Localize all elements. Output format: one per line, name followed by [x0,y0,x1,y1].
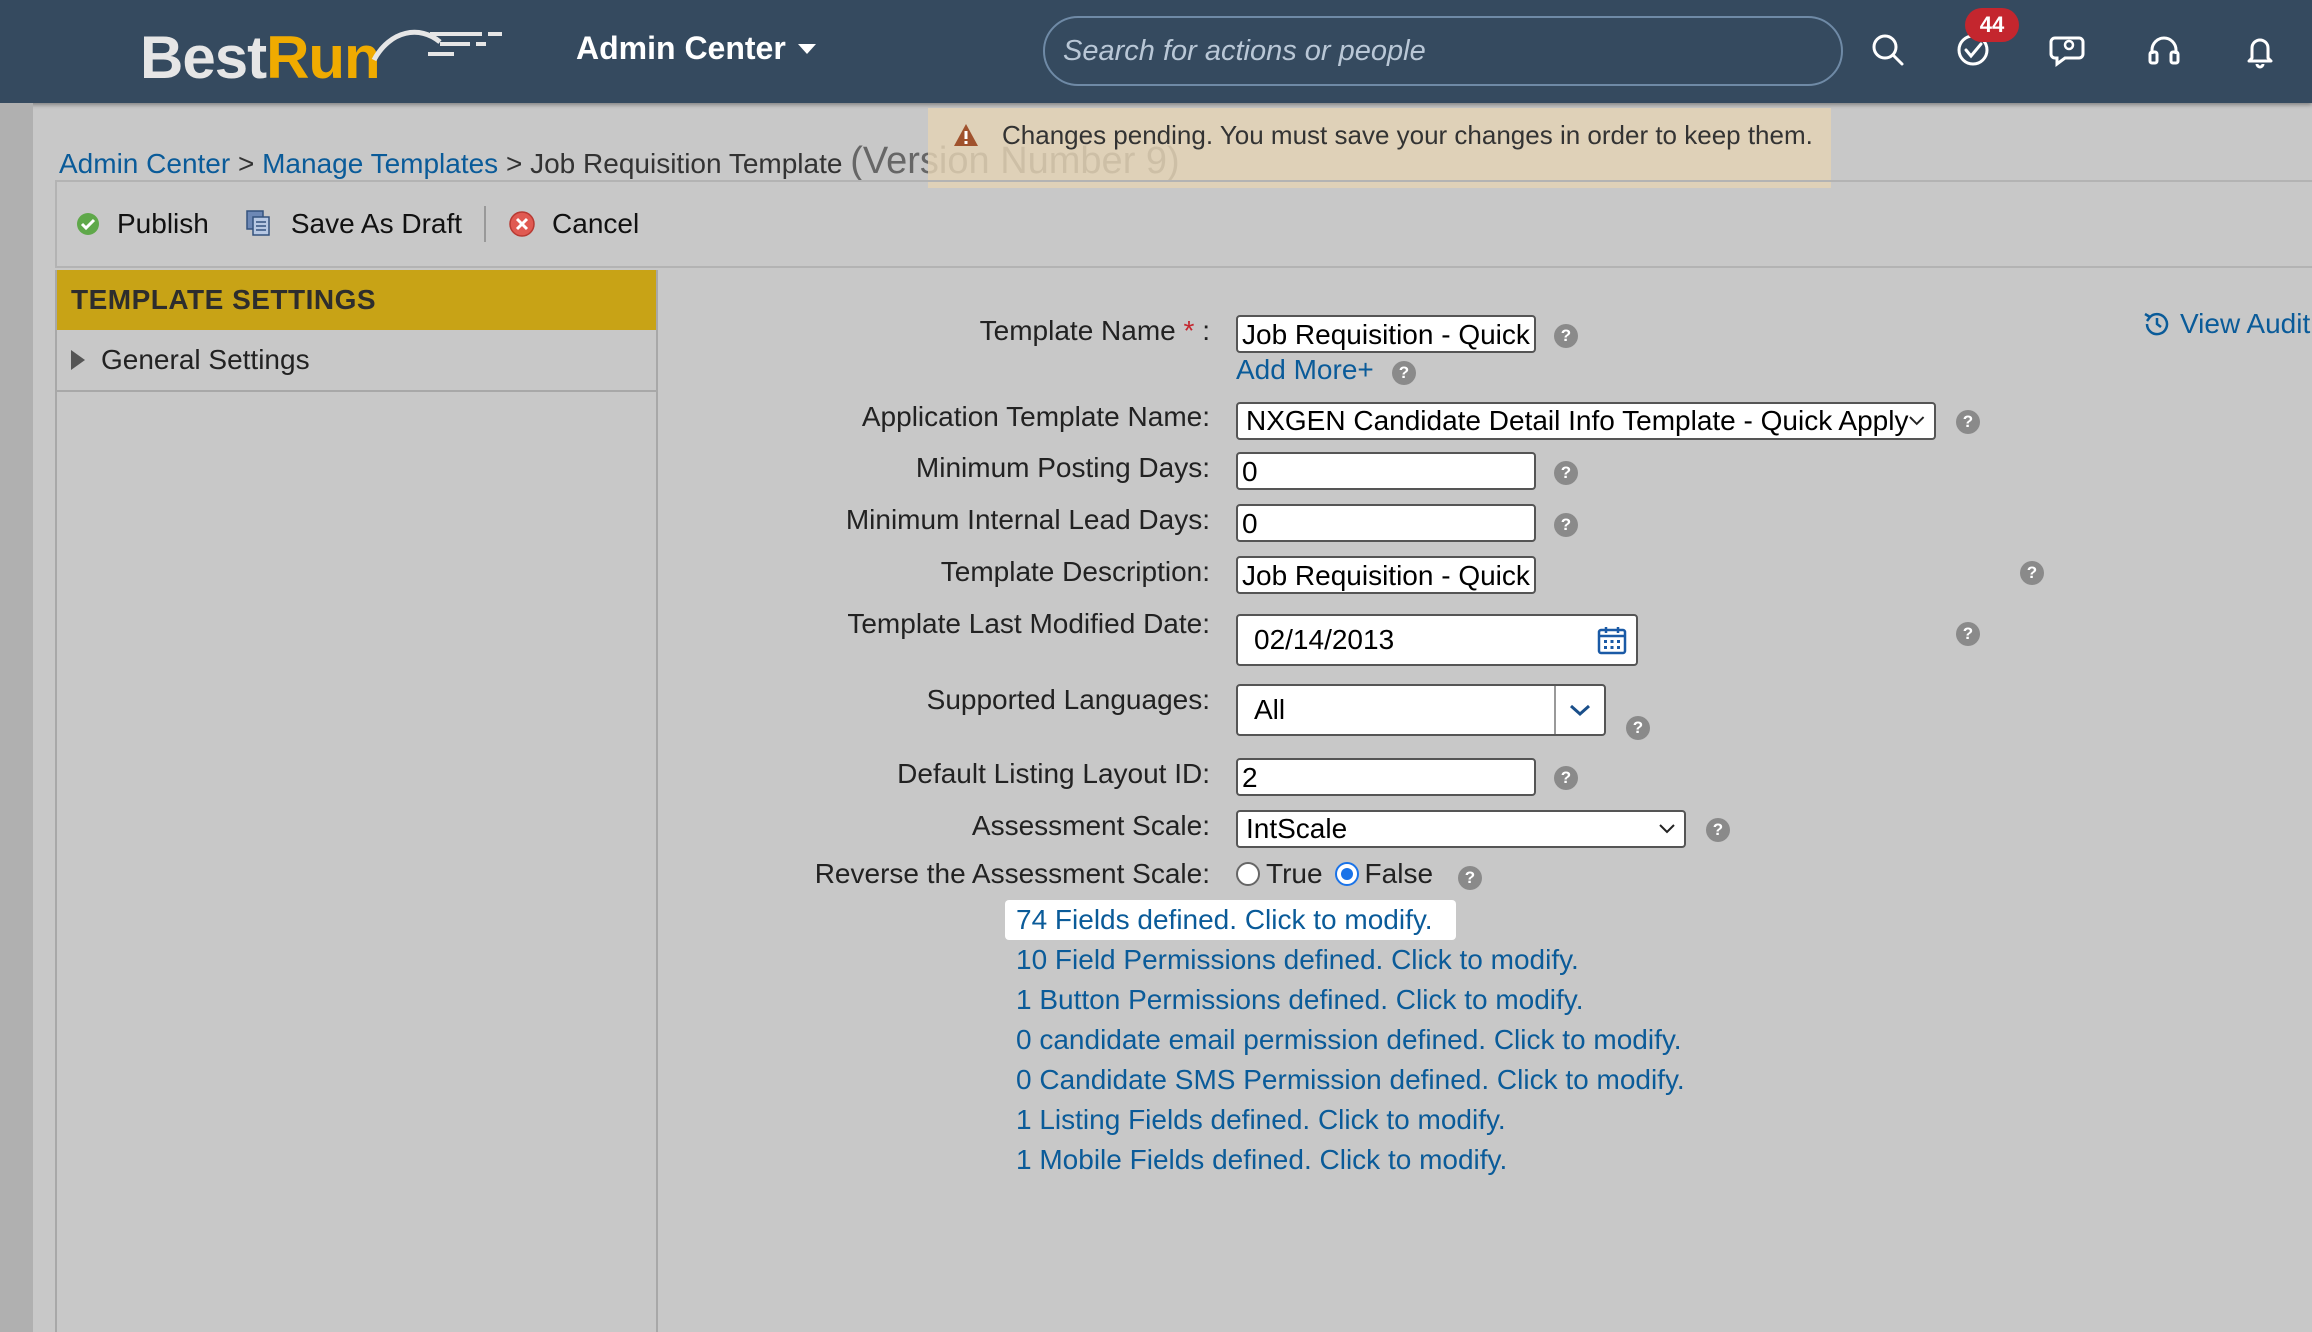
bestrun-logo[interactable]: Best Run [140,18,502,91]
app-template-label: Application Template Name: [861,401,1210,432]
help-icon[interactable]: ? [1554,513,1578,537]
template-settings-panel: TEMPLATE SETTINGS General Settings [55,270,658,1332]
template-name-label: Template Name * : [979,315,1210,346]
bell-icon[interactable] [2240,30,2280,70]
reverse-assessment-label: Reverse the Assessment Scale: [814,858,1210,889]
help-icon[interactable]: ? [1956,622,1980,646]
general-settings-label: General Settings [101,344,310,375]
add-more-link[interactable]: Add More+ [1236,354,1374,386]
logo-text-run: Run [266,24,381,91]
breadcrumb-separator: > [237,148,255,179]
min-internal-lead-label: Minimum Internal Lead Days: [845,504,1210,535]
calendar-icon[interactable] [1596,624,1628,656]
template-settings-header: TEMPLATE SETTINGS [57,270,656,330]
chevron-down-icon [1909,416,1925,426]
field-permissions-link[interactable]: 10 Field Permissions defined. Click to m… [1005,940,1685,980]
changes-pending-toast: Changes pending. You must save your chan… [928,108,1831,188]
logo-text-best: Best [140,24,267,91]
last-modified-date-input[interactable]: 02/14/2013 [1236,614,1638,666]
help-icon[interactable]: ? [1626,716,1650,740]
required-asterisk: * [1183,315,1195,346]
listing-fields-link[interactable]: 1 Listing Fields defined. Click to modif… [1005,1100,1685,1140]
save-as-draft-label: Save As Draft [290,208,463,239]
default-listing-layout-label: Default Listing Layout ID: [897,758,1210,789]
help-icon[interactable]: ? [2020,561,2044,585]
publish-button[interactable]: Publish [57,208,227,240]
reverse-assessment-radio-group: True False [1236,858,1433,890]
mobile-fields-link[interactable]: 1 Mobile Fields defined. Click to modify… [1005,1140,1685,1180]
help-icon[interactable]: ? [1554,461,1578,485]
app-template-select[interactable]: NXGEN Candidate Detail Info Template - Q… [1236,402,1936,440]
reverse-false-radio[interactable] [1334,862,1359,886]
supported-languages-select[interactable]: All [1236,684,1606,736]
expand-arrow-icon[interactable] [71,350,85,370]
view-audit-link[interactable]: View Audit [2142,308,2310,340]
definition-links-list: 74 Fields defined. Click to modify. 10 F… [1005,900,1685,1180]
check-circle-icon [77,213,99,235]
supported-languages-value: All [1254,694,1286,725]
cancel-label: Cancel [552,208,640,239]
help-icon[interactable]: ? [1392,361,1416,385]
min-posting-days-input[interactable]: 0 [1236,452,1536,490]
min-posting-days-label: Minimum Posting Days: [915,452,1210,483]
toolbar-divider [484,206,487,242]
help-icon[interactable]: ? [1458,866,1482,890]
general-settings-item[interactable]: General Settings [57,330,656,392]
global-search-input[interactable]: Search for actions or people [1043,16,1843,86]
button-permissions-link[interactable]: 1 Button Permissions defined. Click to m… [1005,980,1685,1020]
publish-label: Publish [117,208,209,239]
help-icon[interactable]: ? [1554,324,1578,348]
chevron-down-icon [797,43,816,54]
candidate-sms-permission-link[interactable]: 0 Candidate SMS Permission defined. Clic… [1005,1060,1685,1100]
search-placeholder: Search for actions or people [1063,34,1426,67]
breadcrumb-manage-templates[interactable]: Manage Templates [262,148,498,179]
view-audit-label: View Audit [2180,308,2311,339]
toast-message: Changes pending. You must save your chan… [1002,120,1813,150]
fields-defined-link[interactable]: 74 Fields defined. Click to modify. [1005,900,1456,940]
supported-languages-label: Supported Languages: [926,684,1210,715]
breadcrumb-current: Job Requisition Template [530,148,843,179]
min-internal-lead-input[interactable]: 0 [1236,504,1536,542]
breadcrumb-separator: > [505,148,523,179]
save-as-draft-button[interactable]: Save As Draft [227,208,480,240]
reverse-true-label: True [1266,858,1323,889]
headset-icon[interactable] [2144,30,2184,70]
reverse-true-radio[interactable] [1236,862,1260,886]
help-icon[interactable]: ? [1706,818,1730,842]
template-description-label: Template Description: [940,556,1210,587]
todo-count-badge: 44 [1965,8,2019,42]
chevron-down-icon [1570,704,1590,717]
chat-icon[interactable] [2049,30,2089,70]
logo-swoosh-icon [371,29,502,62]
cancel-circle-icon [509,211,535,237]
reverse-false-label: False [1364,858,1434,889]
help-icon[interactable]: ? [1554,766,1578,790]
left-gutter [0,103,33,1332]
breadcrumb-admin-center[interactable]: Admin Center [59,148,230,179]
chevron-down-icon [1659,824,1675,834]
template-description-input[interactable]: Job Requisition - Quick [1236,556,1536,594]
cancel-button[interactable]: Cancel [490,208,657,240]
last-modified-date-label: Template Last Modified Date: [847,608,1210,639]
history-clock-icon [2144,312,2169,336]
app-template-value: NXGEN Candidate Detail Info Template - Q… [1246,405,1909,436]
module-menu-label: Admin Center [576,30,786,66]
copy-pages-icon [246,210,270,236]
default-listing-layout-input[interactable]: 2 [1236,758,1536,796]
assessment-scale-select[interactable]: IntScale [1236,810,1686,848]
action-toolbar: Publish Save As Draft Cancel [55,180,2312,268]
module-menu-button[interactable]: Admin Center [576,30,816,67]
candidate-email-permission-link[interactable]: 0 candidate email permission defined. Cl… [1005,1020,1685,1060]
dropdown-toggle[interactable] [1554,686,1604,734]
warning-icon [954,124,978,146]
template-name-input[interactable]: Job Requisition - Quick [1236,315,1536,353]
search-icon[interactable] [1868,30,1908,70]
top-header: Best Run Admin Center Search for actions… [0,0,2312,103]
assessment-scale-value: IntScale [1246,813,1348,844]
help-icon[interactable]: ? [1956,410,1980,434]
last-modified-date-value: 02/14/2013 [1254,624,1395,655]
assessment-scale-label: Assessment Scale: [971,810,1210,841]
